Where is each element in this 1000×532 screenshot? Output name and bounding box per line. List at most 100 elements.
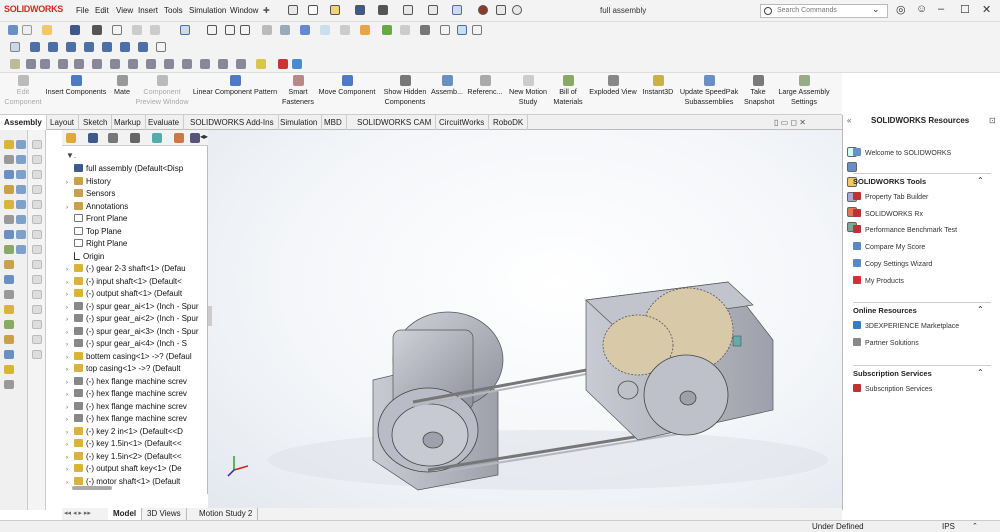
view-orientation-icon[interactable] (300, 25, 310, 35)
save-icon[interactable] (355, 5, 365, 15)
assembly-icon[interactable] (102, 42, 112, 52)
tab-assembly[interactable]: Assembly (0, 115, 47, 130)
expand-arrow-icon[interactable]: › (66, 405, 74, 411)
tree-node[interactable]: › top casing<1> ->? (Default (66, 364, 204, 373)
viewport-controls[interactable]: ▯ ▭ ◻ ✕ (774, 118, 806, 127)
shortcut-icon[interactable] (4, 305, 14, 314)
print-icon[interactable] (378, 5, 388, 15)
wireframe-icon[interactable] (472, 25, 482, 35)
shortcut-icon[interactable] (4, 260, 14, 269)
tab-solidworks-add-ins[interactable]: SOLIDWORKS Add-Ins (186, 115, 279, 130)
view-settings-icon[interactable] (400, 25, 410, 35)
command-smart-fasteners[interactable]: Smart Fasteners (280, 75, 316, 106)
tree-node[interactable]: › (-) output shaft<1> (Default (66, 289, 204, 298)
configuration-manager-tab-icon[interactable] (130, 133, 140, 143)
sketch-icon[interactable] (128, 59, 138, 69)
shortcut-icon[interactable] (4, 215, 14, 224)
assembly-icon[interactable] (84, 42, 94, 52)
command-show-hidden-components[interactable]: Show Hidden Components (382, 75, 428, 106)
command-exploded-view[interactable]: Exploded View (588, 75, 638, 97)
shortcut-icon[interactable] (4, 365, 14, 374)
menu-edit[interactable]: Edit (95, 6, 109, 15)
shortcut-icon[interactable] (16, 155, 26, 164)
settings-icon[interactable] (112, 25, 122, 35)
resource-link[interactable]: Compare My Score (853, 242, 925, 251)
tab-scroll-icon[interactable]: ◂▸ (200, 132, 208, 142)
home-icon[interactable] (8, 25, 18, 35)
tab-scroll-buttons[interactable]: ◂◂ ◂ ▸ ▸▸ (64, 509, 91, 517)
menu-view[interactable]: View (116, 6, 133, 15)
search-commands-input[interactable]: Search Commands (760, 4, 888, 18)
tab-mbd[interactable]: MBD (320, 115, 347, 130)
resource-link[interactable]: 3DEXPERIENCE Marketplace (853, 321, 959, 330)
previous-view-icon[interactable] (240, 25, 250, 35)
home-icon[interactable] (288, 5, 298, 15)
sketch-icon[interactable] (200, 59, 210, 69)
horizontal-scrollbar[interactable] (72, 486, 112, 490)
shortcut-icon[interactable] (16, 170, 26, 179)
command-linear-component-pattern[interactable]: Linear Component Pattern (190, 75, 280, 97)
tree-node[interactable]: › bottem casing<1> ->? (Defaul (66, 351, 204, 361)
shortcut-icon[interactable] (4, 380, 14, 389)
sketch-icon[interactable] (40, 59, 50, 69)
command-large-assembly-settings[interactable]: Large Assembly Settings (774, 75, 834, 106)
new-icon[interactable] (22, 25, 32, 35)
command-bill-of-materials[interactable]: Bill of Materials (552, 75, 584, 106)
graphics-area[interactable]: ▯ ▭ ◻ ✕ (208, 118, 842, 510)
sketch-icon[interactable] (218, 59, 228, 69)
filter-icon[interactable] (66, 133, 76, 143)
sketch-icon[interactable] (146, 59, 156, 69)
open-folder-icon[interactable] (330, 5, 340, 15)
dynamic-annotation-icon[interactable] (280, 25, 290, 35)
menu-insert[interactable]: Insert (138, 6, 158, 15)
tab-circuitworks[interactable]: CircuitWorks (435, 115, 490, 130)
sketch-icon[interactable] (26, 59, 36, 69)
search-dropdown-icon[interactable]: ⌄ (872, 4, 880, 15)
panel-splitter-handle[interactable] (208, 306, 212, 326)
sketch-icon[interactable] (92, 59, 102, 69)
tree-node[interactable]: › (-) hex flange machine screv (66, 389, 204, 398)
shortcut-icon[interactable] (16, 185, 26, 194)
sketch-icon[interactable] (236, 59, 246, 69)
tree-node[interactable]: › (-) gear 2-3 shaft<1> (Defau (66, 264, 204, 273)
section-view-icon[interactable] (262, 25, 272, 35)
edit-appearance-icon[interactable] (360, 25, 370, 35)
expand-arrow-icon[interactable]: › (66, 480, 74, 486)
user-icon[interactable]: ☺ (916, 3, 927, 15)
expand-arrow-icon[interactable]: › (66, 467, 74, 473)
shortcut-icon[interactable] (4, 140, 14, 149)
expand-arrow-icon[interactable]: › (66, 305, 74, 311)
sketch-icon[interactable] (10, 59, 20, 69)
welcome-link[interactable]: Welcome to SOLIDWORKS (853, 148, 951, 157)
collapse-section-icon[interactable]: ⌃ (977, 176, 984, 185)
command-edit-component[interactable]: Edit Component (4, 75, 42, 106)
shortcut-icon[interactable] (4, 245, 14, 254)
command-component-preview-window[interactable]: Component Preview Window (134, 75, 190, 106)
maximize-button[interactable]: ☐ (960, 3, 970, 16)
help-icon[interactable]: ◎ (896, 3, 906, 16)
expand-arrow-icon[interactable]: › (66, 417, 74, 423)
redo-icon[interactable] (150, 25, 160, 35)
sketch-icon[interactable] (110, 59, 120, 69)
tree-node[interactable]: › (-) hex flange machine screv (66, 414, 204, 423)
monitor-icon[interactable] (420, 25, 430, 35)
tree-node[interactable]: › History (66, 176, 204, 186)
tree-node[interactable]: › (-) motor shaft<1> (Default (66, 476, 204, 486)
hide-show-icon[interactable] (340, 25, 350, 35)
command-assemb[interactable]: Assemb... (430, 75, 464, 97)
sketch-icon[interactable] (278, 59, 288, 69)
resource-link[interactable]: SOLIDWORKS Rx (853, 208, 923, 218)
close-button[interactable]: ✕ (982, 3, 991, 16)
shortcut-icon[interactable] (4, 290, 14, 299)
sketch-icon[interactable] (74, 59, 84, 69)
display-style-icon[interactable] (320, 25, 330, 35)
tree-node[interactable]: Right Plane (66, 239, 204, 248)
shortcut-icon[interactable] (16, 140, 26, 149)
expand-arrow-icon[interactable]: › (66, 292, 74, 298)
shortcut-icon[interactable] (16, 230, 26, 239)
resource-link[interactable]: Copy Settings Wizard (853, 258, 932, 268)
tree-node[interactable]: › (-) key 2 in<1> (Default<<D (66, 426, 204, 436)
tab-markup[interactable]: Markup (110, 115, 146, 130)
tree-node[interactable]: › (-) key 1.5in<1> (Default<< (66, 439, 204, 448)
shortcut-icon[interactable] (16, 245, 26, 254)
